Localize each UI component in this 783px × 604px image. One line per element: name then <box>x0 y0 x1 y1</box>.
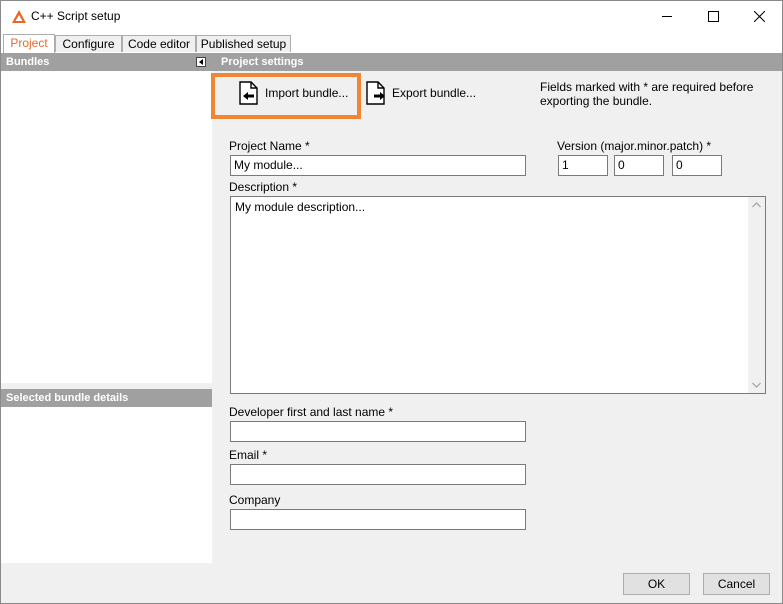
tab-bar: Project Configure Code editor Published … <box>1 32 782 53</box>
tab-configure[interactable]: Configure <box>55 35 122 52</box>
maximize-button[interactable] <box>691 1 737 32</box>
script-setup-window: C++ Script setup Project Configure Code … <box>0 0 783 604</box>
tab-code-editor[interactable]: Code editor <box>122 35 196 52</box>
maximize-icon <box>708 11 719 22</box>
dialog-footer: OK Cancel <box>1 563 782 603</box>
selected-bundle-details-header: Selected bundle details <box>1 389 212 407</box>
project-name-label: Project Name * <box>229 139 310 153</box>
project-settings-panel: Project settings Import bundle... Export… <box>211 53 782 563</box>
description-scrollbar[interactable] <box>748 197 765 393</box>
developer-name-input[interactable] <box>230 421 526 442</box>
project-settings-header-label: Project settings <box>221 56 304 68</box>
details-header-label: Selected bundle details <box>6 392 129 404</box>
title-bar: C++ Script setup <box>1 1 782 32</box>
tab-published-setup[interactable]: Published setup <box>196 35 291 52</box>
tab-project[interactable]: Project <box>3 34 55 53</box>
required-fields-note: Fields marked with * are required before… <box>540 80 754 108</box>
description-label: Description * <box>229 180 298 194</box>
left-panel: Bundles Selected bundle details <box>1 53 212 563</box>
app-logo-icon <box>12 10 26 23</box>
project-settings-header: Project settings <box>212 53 782 71</box>
ok-button[interactable]: OK <box>623 573 690 595</box>
version-label: Version (major.minor.patch) * <box>557 139 712 153</box>
description-text: My module description... <box>235 200 366 214</box>
version-minor-input[interactable]: 0 <box>614 155 664 176</box>
company-input[interactable] <box>230 509 526 530</box>
import-file-icon <box>239 81 258 105</box>
version-major-input[interactable]: 1 <box>558 155 608 176</box>
bundles-header-label: Bundles <box>6 56 50 68</box>
minimize-icon <box>662 16 672 17</box>
description-textarea[interactable]: My module description... <box>230 196 766 394</box>
scroll-down-icon <box>752 382 761 388</box>
close-button[interactable] <box>737 1 782 32</box>
export-file-icon <box>366 81 385 105</box>
bundles-header: Bundles <box>1 53 212 71</box>
developer-name-label: Developer first and last name * <box>229 405 394 419</box>
import-bundle-button[interactable]: Import bundle... <box>237 77 349 109</box>
import-bundle-label: Import bundle... <box>265 86 349 100</box>
selected-bundle-details <box>1 407 212 563</box>
window-title: C++ Script setup <box>31 9 121 23</box>
company-label: Company <box>229 493 281 507</box>
collapse-left-icon <box>199 59 203 65</box>
email-label: Email * <box>229 448 268 462</box>
collapse-panel-button[interactable] <box>196 57 206 67</box>
export-bundle-label: Export bundle... <box>392 86 477 100</box>
scroll-up-icon <box>752 202 761 208</box>
version-patch-input[interactable]: 0 <box>672 155 722 176</box>
minimize-button[interactable] <box>645 1 691 32</box>
bundles-list[interactable] <box>1 71 212 383</box>
email-input[interactable] <box>230 464 526 485</box>
export-bundle-button[interactable]: Export bundle... <box>364 77 484 109</box>
cancel-button[interactable]: Cancel <box>703 573 770 595</box>
project-name-input[interactable]: My module... <box>230 155 526 176</box>
close-icon <box>754 11 765 22</box>
